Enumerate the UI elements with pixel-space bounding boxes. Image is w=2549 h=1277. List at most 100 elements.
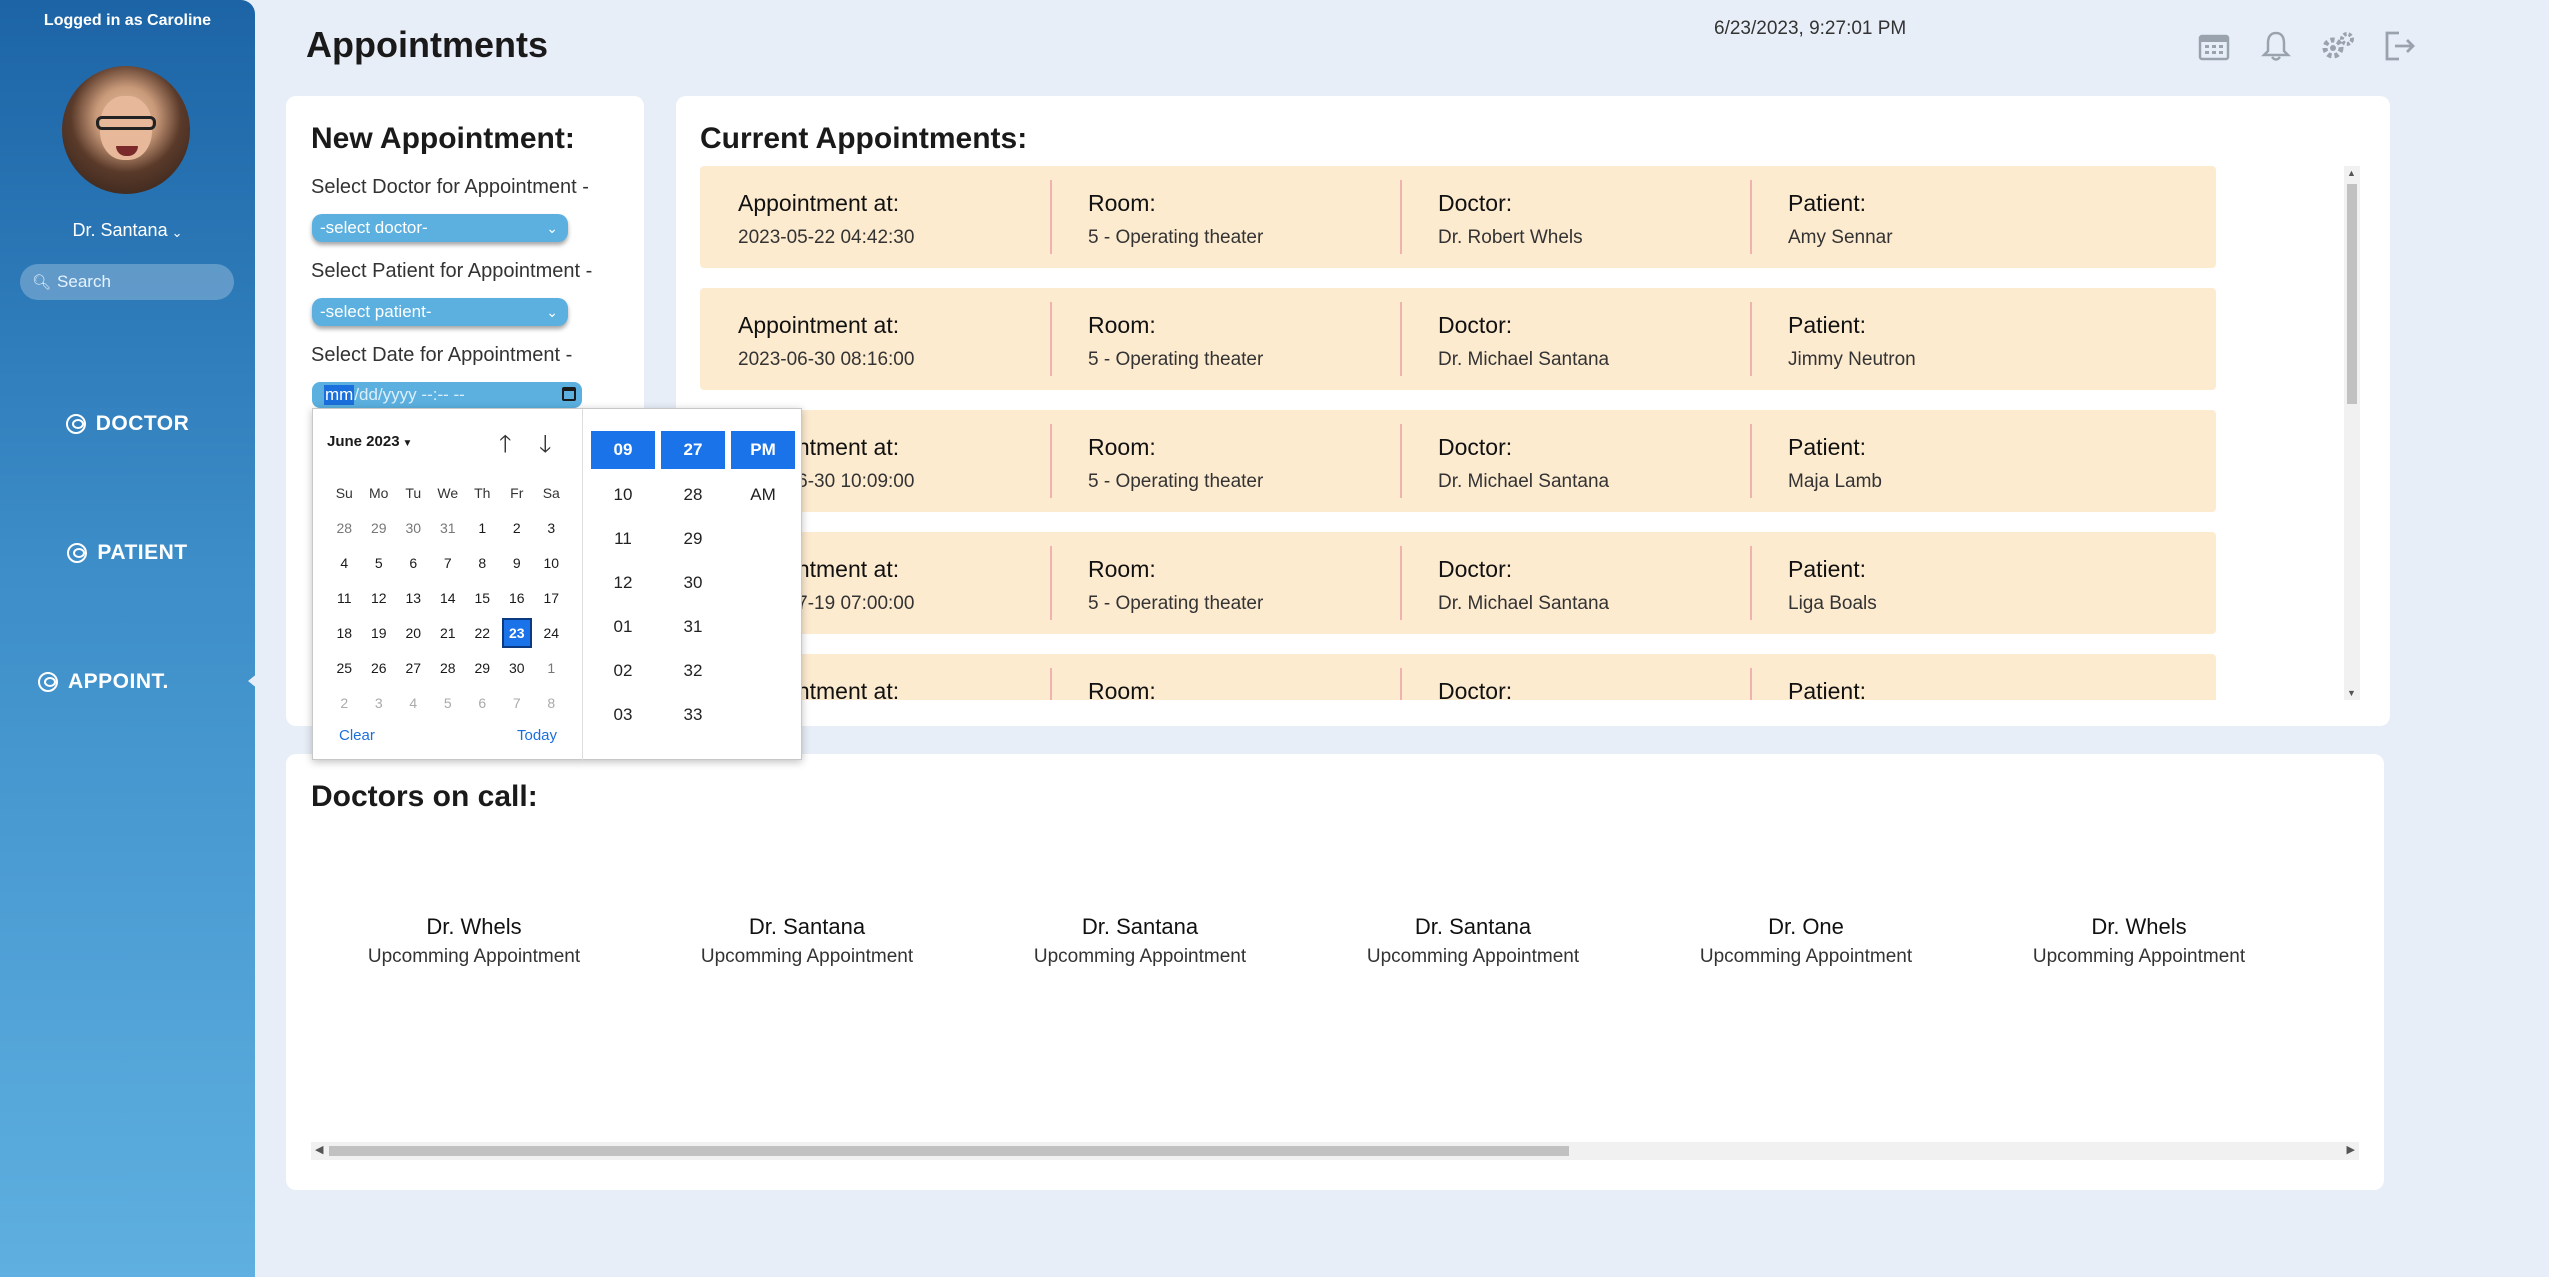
calendar-day[interactable]: 8 bbox=[534, 685, 569, 720]
doctor-select[interactable]: -select doctor- ⌄ bbox=[312, 214, 568, 242]
appointment-row[interactable]: Appointment at: 2023-07-19 07:00:00 Room: 5… bbox=[700, 532, 2216, 634]
calendar-day[interactable]: 7 bbox=[431, 545, 466, 580]
ampm-option[interactable]: AM bbox=[731, 473, 795, 517]
calendar-day[interactable]: 25 bbox=[327, 650, 362, 685]
calendar-day[interactable]: 26 bbox=[362, 650, 397, 685]
month-select[interactable]: June 2023 ▼ bbox=[327, 433, 412, 450]
calendar-day[interactable]: 6 bbox=[396, 545, 431, 580]
calendar-day[interactable]: 11 bbox=[327, 580, 362, 615]
ampm-option[interactable]: PM bbox=[731, 431, 795, 469]
calendar-day[interactable]: 5 bbox=[431, 685, 466, 720]
hour-option[interactable]: 12 bbox=[591, 561, 655, 605]
gears-icon[interactable] bbox=[2320, 28, 2356, 64]
calendar-day[interactable]: 22 bbox=[465, 615, 500, 650]
horizontal-scrollbar[interactable]: ◀ ▶ bbox=[311, 1142, 2359, 1160]
calendar-day[interactable]: 3 bbox=[362, 685, 397, 720]
calendar-day[interactable]: 24 bbox=[534, 615, 569, 650]
calendar-icon[interactable] bbox=[2196, 28, 2232, 64]
appointment-row[interactable]: Appointment at: 2023-05-22 04:42:30 Room: 5… bbox=[700, 166, 2216, 268]
calendar-day[interactable]: 31 bbox=[431, 510, 466, 545]
doctor-on-call[interactable]: Dr. Santana Upcomming Appointment bbox=[657, 914, 957, 968]
vertical-scrollbar[interactable]: ▲ ▼ bbox=[2344, 166, 2360, 700]
calendar-day[interactable]: 28 bbox=[327, 510, 362, 545]
calendar-day[interactable]: 4 bbox=[396, 685, 431, 720]
scrollbar-thumb[interactable] bbox=[2347, 184, 2357, 404]
calendar-day[interactable]: 3 bbox=[534, 510, 569, 545]
nav-patient[interactable]: PATIENT bbox=[0, 541, 255, 565]
calendar-day[interactable]: 1 bbox=[534, 650, 569, 685]
hour-option[interactable]: 03 bbox=[591, 693, 655, 737]
calendar-day[interactable]: 15 bbox=[465, 580, 500, 615]
doctor-on-call[interactable]: Upcomming Appointment bbox=[2322, 914, 2364, 942]
calendar-day[interactable]: 20 bbox=[396, 615, 431, 650]
nav-appointments[interactable]: APPOINT. bbox=[0, 670, 255, 694]
date-input[interactable]: mm/dd/yyyy --:-- -- bbox=[312, 382, 582, 408]
doctor-on-call[interactable]: Dr. Santana Upcomming Appointment bbox=[990, 914, 1290, 968]
user-menu[interactable]: Dr. Santana ⌄ bbox=[0, 220, 255, 241]
hour-option[interactable]: 09 bbox=[591, 431, 655, 469]
date-month-segment[interactable]: mm bbox=[324, 385, 355, 405]
calendar-day[interactable]: 16 bbox=[500, 580, 535, 615]
doctor-on-call[interactable]: Dr. Santana Upcomming Appointment bbox=[1323, 914, 1623, 968]
calendar-day[interactable]: 23 bbox=[501, 617, 532, 648]
calendar-day[interactable]: 18 bbox=[327, 615, 362, 650]
calendar-day[interactable]: 7 bbox=[500, 685, 535, 720]
minute-option[interactable]: 29 bbox=[661, 517, 725, 561]
calendar-day[interactable]: 8 bbox=[465, 545, 500, 580]
calendar-day[interactable]: 4 bbox=[327, 545, 362, 580]
minute-option[interactable]: 30 bbox=[661, 561, 725, 605]
minute-option[interactable]: 28 bbox=[661, 473, 725, 517]
logout-icon[interactable] bbox=[2382, 28, 2418, 64]
calendar-day[interactable]: 13 bbox=[396, 580, 431, 615]
doctor-on-call[interactable]: Dr. Whels Upcomming Appointment bbox=[324, 914, 624, 968]
calendar-day[interactable]: 1 bbox=[465, 510, 500, 545]
patient-select[interactable]: -select patient- ⌄ bbox=[312, 298, 568, 326]
doctor-on-call[interactable]: Dr. Whels Upcomming Appointment bbox=[1989, 914, 2289, 968]
calendar-day[interactable]: 6 bbox=[465, 685, 500, 720]
calendar-day[interactable]: 14 bbox=[431, 580, 466, 615]
calendar-day[interactable]: 5 bbox=[362, 545, 397, 580]
scrollbar-thumb[interactable] bbox=[329, 1146, 1569, 1156]
appointments-list[interactable]: Appointment at: 2023-05-22 04:42:30 Room: 5… bbox=[700, 166, 2216, 700]
search-box[interactable]: 🔍︎ bbox=[20, 264, 234, 300]
appointment-row[interactable]: Appointment at: Room: Doctor: Patient: bbox=[700, 654, 2216, 700]
calendar-day[interactable]: 17 bbox=[534, 580, 569, 615]
arrow-up-icon[interactable]: 🡑 bbox=[499, 427, 511, 468]
calendar-day[interactable]: 30 bbox=[500, 650, 535, 685]
calendar-day[interactable]: 27 bbox=[396, 650, 431, 685]
hour-option[interactable]: 02 bbox=[591, 649, 655, 693]
today-button[interactable]: Today bbox=[517, 727, 557, 744]
doctors-on-call-list[interactable]: Dr. Whels Upcomming Appointment Dr. Santan… bbox=[286, 914, 2364, 994]
calendar-picker-icon[interactable] bbox=[562, 387, 576, 401]
calendar-day[interactable]: 2 bbox=[500, 510, 535, 545]
hour-option[interactable]: 01 bbox=[591, 605, 655, 649]
calendar-day[interactable]: 30 bbox=[396, 510, 431, 545]
minute-option[interactable]: 33 bbox=[661, 693, 725, 737]
calendar-day[interactable]: 19 bbox=[362, 615, 397, 650]
scroll-up-icon[interactable]: ▲ bbox=[2347, 168, 2356, 178]
calendar-day[interactable]: 9 bbox=[500, 545, 535, 580]
arrow-down-icon[interactable]: 🡓 bbox=[539, 427, 551, 468]
calendar-day[interactable]: 10 bbox=[534, 545, 569, 580]
scroll-down-icon[interactable]: ▼ bbox=[2347, 688, 2356, 698]
minute-option[interactable]: 31 bbox=[661, 605, 725, 649]
doctor-on-call[interactable]: Dr. One Upcomming Appointment bbox=[1656, 914, 1956, 968]
scroll-left-icon[interactable]: ◀ bbox=[315, 1143, 323, 1156]
minute-option[interactable]: 32 bbox=[661, 649, 725, 693]
calendar-day[interactable]: 21 bbox=[431, 615, 466, 650]
clear-button[interactable]: Clear bbox=[339, 727, 375, 744]
search-input[interactable] bbox=[57, 272, 218, 292]
appointment-row[interactable]: Appointment at: 2023-06-30 10:09:00 Room: 5… bbox=[700, 410, 2216, 512]
date-rest-segments[interactable]: /dd/yyyy --:-- -- bbox=[354, 385, 465, 405]
minute-option[interactable]: 27 bbox=[661, 431, 725, 469]
hour-option[interactable]: 10 bbox=[591, 473, 655, 517]
calendar-day[interactable]: 28 bbox=[431, 650, 466, 685]
bell-icon[interactable] bbox=[2258, 28, 2294, 64]
calendar-day[interactable]: 2 bbox=[327, 685, 362, 720]
calendar-day[interactable]: 29 bbox=[465, 650, 500, 685]
calendar-day[interactable]: 29 bbox=[362, 510, 397, 545]
hour-option[interactable]: 11 bbox=[591, 517, 655, 561]
avatar[interactable] bbox=[62, 66, 190, 194]
calendar-day[interactable]: 12 bbox=[362, 580, 397, 615]
scroll-right-icon[interactable]: ▶ bbox=[2347, 1143, 2355, 1156]
